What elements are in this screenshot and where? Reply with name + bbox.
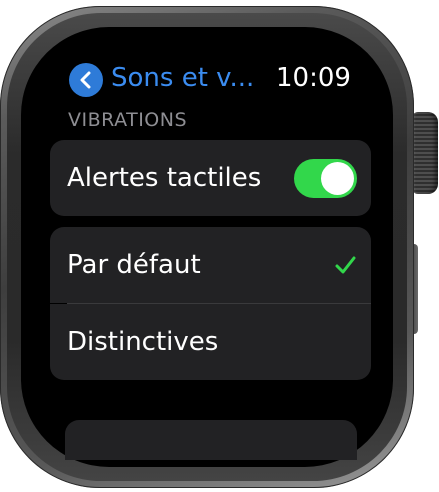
watch-device: Sons et v... 10:09 VIBRATIONS Alertes ta… — [0, 0, 439, 492]
chevron-left-icon — [80, 71, 91, 89]
haptic-alerts-label: Alertes tactiles — [67, 163, 262, 193]
option-distinctive-label: Distinctives — [67, 327, 219, 357]
back-title[interactable]: Sons et v... — [111, 60, 254, 96]
next-row-partial[interactable] — [65, 420, 357, 460]
haptic-alerts-row[interactable]: Alertes tactiles — [50, 140, 371, 216]
option-default-label: Par défaut — [67, 250, 201, 280]
section-header: VIBRATIONS — [68, 109, 188, 131]
option-default-row[interactable]: Par défaut — [50, 227, 371, 303]
back-button[interactable] — [69, 63, 103, 97]
checkmark-icon — [335, 256, 356, 274]
toggle-knob — [321, 161, 354, 195]
haptic-alerts-toggle[interactable] — [294, 158, 357, 198]
option-distinctive-row[interactable]: Distinctives — [50, 304, 371, 380]
screen-content: Sons et v... 10:09 VIBRATIONS Alertes ta… — [0, 0, 439, 492]
clock-time: 10:09 — [276, 63, 351, 93]
